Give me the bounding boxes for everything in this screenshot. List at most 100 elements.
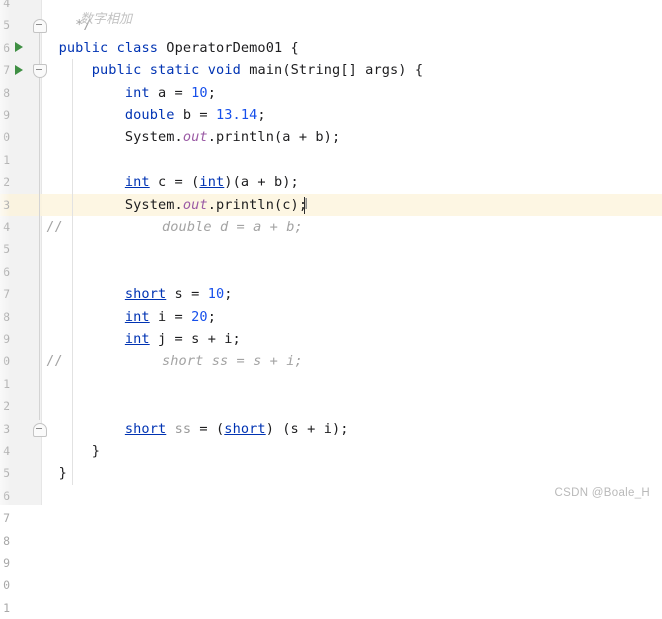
code-line[interactable] xyxy=(42,530,662,552)
code-line[interactable]: public static void main(String[] args) { xyxy=(42,59,662,81)
code-line[interactable]: short s = 10; xyxy=(42,283,662,305)
code-token: )(a + b); xyxy=(224,174,299,191)
code-line[interactable] xyxy=(42,149,662,171)
line-number: 0 xyxy=(3,130,10,145)
code-line[interactable] xyxy=(42,0,662,14)
code-token: int xyxy=(199,174,225,191)
code-token: short xyxy=(124,420,167,437)
code-token: static xyxy=(149,62,200,79)
code-token: short xyxy=(224,420,266,437)
text-caret xyxy=(303,196,306,214)
code-token: // xyxy=(46,219,63,235)
code-line[interactable]: System.out.println(a + b); xyxy=(42,126,662,148)
code-line[interactable]: } xyxy=(42,462,662,484)
line-number: 0 xyxy=(3,354,10,369)
code-token: ; xyxy=(207,84,216,101)
line-number: 9 xyxy=(3,332,10,346)
code-token: ; xyxy=(207,308,216,325)
code-line[interactable]: double b = 13.14; xyxy=(42,104,662,126)
line-number: 6 xyxy=(3,40,10,55)
code-line[interactable]: int c = (int)(a + b); xyxy=(42,171,662,193)
code-line[interactable] xyxy=(42,552,662,574)
line-number: 6 xyxy=(3,264,10,279)
code-token: .println(c); xyxy=(207,196,308,213)
code-line[interactable]: // double d = a + b; xyxy=(46,216,662,238)
run-gutter-icon[interactable] xyxy=(15,42,23,53)
code-token: ) (s + i); xyxy=(265,420,349,437)
code-line[interactable] xyxy=(42,373,662,395)
line-number: 5 xyxy=(3,18,10,33)
code-token: void xyxy=(207,62,241,79)
csdn-watermark: CSDN @Boale_H xyxy=(554,487,650,499)
code-line[interactable]: public class OperatorDemo01 { xyxy=(42,37,662,59)
code-line[interactable]: */ xyxy=(42,14,662,36)
code-token: out xyxy=(182,196,208,213)
line-number: 6 xyxy=(3,488,10,503)
code-editor[interactable]: 4 5 6 7 8 9 0 1 2 3 4 5 6 7 8 9 0 1 2 3 4 5 6 7 8 9 0 1 */ public c… xyxy=(0,0,662,615)
code-token: int xyxy=(124,308,150,325)
code-line[interactable] xyxy=(42,238,662,260)
code-line[interactable] xyxy=(42,507,662,529)
line-number: 9 xyxy=(3,108,10,122)
line-number: 1 xyxy=(3,600,10,615)
code-token: public xyxy=(91,62,142,79)
code-line[interactable]: } xyxy=(42,440,662,462)
code-token: OperatorDemo01 { xyxy=(158,39,299,56)
line-number: 3 xyxy=(3,421,10,436)
code-line[interactable] xyxy=(42,597,662,619)
code-token: System. xyxy=(42,129,183,146)
line-number: 4 xyxy=(3,220,10,234)
code-token: 20 xyxy=(191,308,208,325)
line-number: 5 xyxy=(3,242,10,257)
line-number: 7 xyxy=(3,63,10,78)
code-token: = ( xyxy=(191,420,225,437)
code-token: c = ( xyxy=(149,174,200,191)
code-token: 10 xyxy=(191,84,208,101)
code-token: double xyxy=(124,107,175,123)
code-token: public xyxy=(58,39,109,56)
line-number: 3 xyxy=(3,197,10,212)
code-token: out xyxy=(182,129,208,146)
code-line[interactable]: System.out.println(c); xyxy=(42,194,662,216)
line-number: 8 xyxy=(3,85,10,100)
code-token: short ss = s + i; xyxy=(62,353,303,370)
code-line[interactable] xyxy=(42,261,662,283)
code-token: b = xyxy=(174,107,216,123)
code-token: ss xyxy=(174,420,192,437)
line-number: 0 xyxy=(3,578,10,593)
code-token: ; xyxy=(257,107,266,123)
code-token: short xyxy=(124,286,167,303)
code-line[interactable]: short ss = (short) (s + i); xyxy=(42,418,662,440)
line-number: 7 xyxy=(3,287,10,302)
code-line[interactable] xyxy=(42,395,662,417)
code-token: double d = a + b; xyxy=(62,219,303,235)
code-token: a = xyxy=(149,84,192,101)
line-number: 5 xyxy=(3,466,10,481)
code-line[interactable] xyxy=(42,574,662,596)
code-line[interactable]: int a = 10; xyxy=(42,82,662,104)
code-token: i = xyxy=(149,308,192,325)
run-gutter-icon[interactable] xyxy=(15,64,23,75)
code-token: (String[] args) { xyxy=(282,62,424,79)
code-line[interactable]: int j = s + i; xyxy=(42,328,662,350)
code-token: j = s + i; xyxy=(149,331,241,347)
code-token: int xyxy=(124,84,150,101)
code-token: System. xyxy=(42,196,183,213)
code-line[interactable]: // short ss = s + i; xyxy=(46,350,662,372)
code-token: } xyxy=(42,465,67,482)
code-line[interactable]: int i = 20; xyxy=(42,306,662,328)
line-number: 2 xyxy=(3,175,10,190)
code-token: int xyxy=(124,174,150,191)
code-token: // xyxy=(46,353,63,370)
